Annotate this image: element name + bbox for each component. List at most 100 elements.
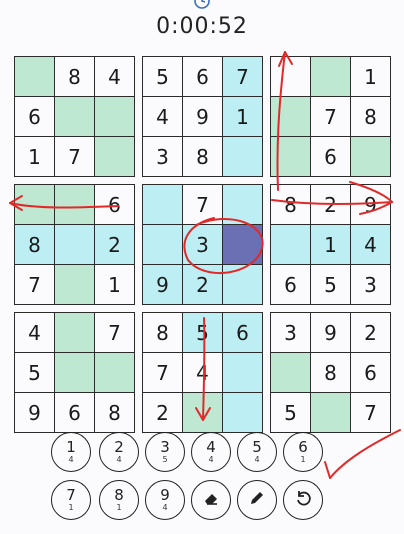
sudoku-cell[interactable]: 4 [183,353,222,392]
sudoku-cell[interactable] [271,57,310,96]
sudoku-cell[interactable]: 7 [311,97,350,136]
sudoku-cell[interactable]: 1 [95,265,134,304]
sudoku-cell[interactable]: 8 [271,185,310,224]
sudoku-cell[interactable] [271,97,310,136]
sudoku-cell[interactable] [55,97,94,136]
sudoku-cell[interactable] [223,185,262,224]
sudoku-cell[interactable]: 4 [15,313,54,352]
sudoku-cell[interactable]: 2 [95,225,134,264]
sudoku-cell[interactable] [55,353,94,392]
sudoku-cell[interactable]: 8 [15,225,54,264]
sudoku-cell[interactable]: 6 [223,313,262,352]
sudoku-cell[interactable]: 2 [183,265,222,304]
sudoku-cell[interactable]: 7 [351,393,390,432]
sudoku-cell[interactable]: 9 [143,265,182,304]
digit-key-8[interactable]: 81 [99,480,139,520]
digit-key-7[interactable]: 71 [51,480,91,520]
digit-key-4[interactable]: 44 [191,432,231,472]
sudoku-cell[interactable] [223,265,262,304]
sudoku-cell[interactable]: 6 [15,97,54,136]
sudoku-cell[interactable]: 3 [351,265,390,304]
sudoku-cell[interactable]: 8 [143,313,182,352]
sudoku-cell[interactable] [55,185,94,224]
remaining-count: 4 [68,454,74,464]
digit-key-3[interactable]: 35 [145,432,185,472]
remaining-count: 1 [300,454,306,464]
sudoku-cell[interactable] [15,185,54,224]
sudoku-cell[interactable]: 8 [95,393,134,432]
sudoku-cell[interactable]: 3 [271,313,310,352]
sudoku-cell[interactable]: 7 [143,353,182,392]
sudoku-cell[interactable]: 9 [183,97,222,136]
sudoku-cell[interactable]: 5 [143,57,182,96]
sudoku-cell[interactable]: 5 [15,353,54,392]
sudoku-cell[interactable]: 6 [311,137,350,176]
sudoku-cell[interactable]: 8 [55,57,94,96]
sudoku-cell[interactable]: 2 [351,313,390,352]
digit-label: 5 [252,437,262,456]
sudoku-cell[interactable]: 1 [15,137,54,176]
sudoku-cell[interactable] [95,137,134,176]
sudoku-cell[interactable] [223,137,262,176]
sudoku-cell[interactable]: 4 [95,57,134,96]
sudoku-cell[interactable]: 5 [183,313,222,352]
sudoku-cell[interactable] [95,353,134,392]
sudoku-cell[interactable] [271,137,310,176]
sudoku-cell[interactable]: 2 [311,185,350,224]
sudoku-cell[interactable] [15,57,54,96]
sudoku-cell[interactable]: 3 [143,137,182,176]
sudoku-cell[interactable]: 6 [95,185,134,224]
digit-key-5[interactable]: 54 [237,432,277,472]
sudoku-cell[interactable]: 4 [351,225,390,264]
sudoku-cell[interactable]: 7 [55,137,94,176]
sudoku-cell[interactable] [311,393,350,432]
sudoku-cell[interactable] [55,265,94,304]
sudoku-cell[interactable]: 9 [311,313,350,352]
sudoku-cell[interactable] [55,313,94,352]
sudoku-cell[interactable] [143,185,182,224]
digit-key-9[interactable]: 94 [145,480,185,520]
sudoku-cell[interactable]: 1 [351,57,390,96]
sudoku-cell[interactable]: 7 [223,57,262,96]
eraser-button[interactable] [191,480,231,520]
sudoku-cell[interactable]: 1 [223,97,262,136]
sudoku-cell[interactable]: 5 [271,393,310,432]
sudoku-cell[interactable]: 7 [95,313,134,352]
sudoku-box: 6 8 2 7 1 [14,184,135,305]
digit-label: 6 [298,437,308,456]
sudoku-cell[interactable]: 1 [311,225,350,264]
sudoku-cell[interactable]: 8 [311,353,350,392]
digit-key-2[interactable]: 24 [99,432,139,472]
sudoku-cell[interactable]: 7 [15,265,54,304]
pencil-icon [247,488,267,512]
sudoku-cell[interactable]: 3 [183,225,222,264]
sudoku-cell[interactable]: 8 [351,97,390,136]
sudoku-cell[interactable]: 7 [183,185,222,224]
sudoku-cell[interactable] [271,353,310,392]
sudoku-cell[interactable] [143,225,182,264]
sudoku-cell[interactable]: 2 [143,393,182,432]
pencil-button[interactable] [237,480,277,520]
sudoku-cell[interactable] [351,137,390,176]
digit-key-6[interactable]: 61 [283,432,323,472]
sudoku-cell[interactable]: 5 [311,265,350,304]
sudoku-cell[interactable] [223,393,262,432]
sudoku-cell[interactable] [223,225,262,264]
sudoku-cell[interactable] [95,97,134,136]
sudoku-cell[interactable]: 9 [15,393,54,432]
sudoku-cell[interactable]: 6 [183,57,222,96]
sudoku-cell[interactable] [223,353,262,392]
sudoku-cell[interactable]: 6 [271,265,310,304]
sudoku-cell[interactable] [271,225,310,264]
digit-key-1[interactable]: 14 [51,432,91,472]
sudoku-cell[interactable]: 8 [183,137,222,176]
undo-button[interactable] [283,480,323,520]
sudoku-cell[interactable]: 6 [351,353,390,392]
sudoku-cell[interactable]: 9 [351,185,390,224]
sudoku-cell[interactable] [183,393,222,432]
sudoku-cell[interactable] [311,57,350,96]
sudoku-cell[interactable]: 6 [55,393,94,432]
sudoku-cell[interactable]: 4 [143,97,182,136]
sudoku-cell[interactable] [55,225,94,264]
digit-label: 3 [160,437,170,456]
